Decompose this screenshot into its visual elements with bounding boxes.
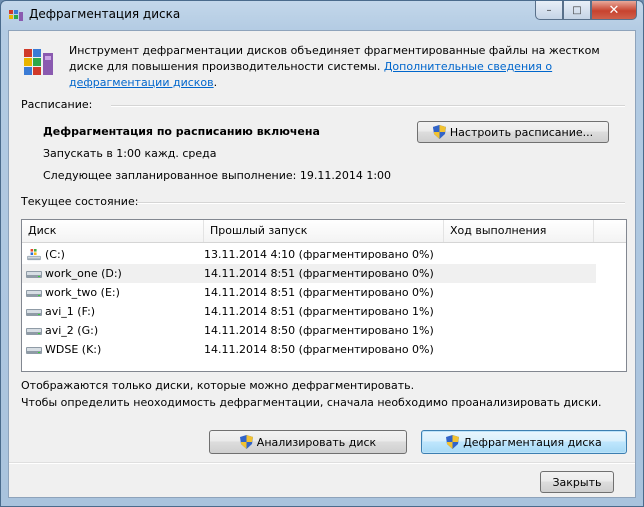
disk-last-run: 14.11.2014 8:50 (фрагментировано 0%) [204,343,434,356]
column-header-last-run[interactable]: Прошлый запуск [204,220,444,242]
column-header-disk[interactable]: Диск [22,220,204,242]
disk-name: avi_1 (F:) [45,305,96,318]
footer-divider [9,462,635,464]
intro-text: Инструмент дефрагментации дисков объедин… [69,43,629,91]
uac-shield-icon [239,435,253,449]
disk-last-run: 14.11.2014 8:51 (фрагментировано 0%) [204,286,434,299]
disk-last-run: 14.11.2014 8:51 (фрагментировано 1%) [204,305,434,318]
configure-schedule-label: Настроить расписание... [449,125,594,139]
disk-row[interactable]: avi_2 (G:) 14.11.2014 8:50 (фрагментиров… [22,321,626,340]
disk-row[interactable]: avi_1 (F:) 14.11.2014 8:51 (фрагментиров… [22,302,626,321]
schedule-section-label: Расписание: [21,98,93,111]
hard-drive-icon [26,346,42,354]
defrag-app-icon [9,10,23,21]
windows-drive-icon [27,248,41,260]
disk-last-run: 14.11.2014 8:51 (фрагментировано 0%) [204,267,434,280]
defrag-disk-label: Дефрагментация диска [463,435,602,449]
intro-suffix: . [213,76,218,89]
dialog-body: Инструмент дефрагментации дисков объедин… [8,30,636,498]
maximize-button[interactable]: □ [563,1,591,20]
close-window-button[interactable]: ✕ [591,1,637,20]
disk-row-selected[interactable]: work_one (D:) 14.11.2014 8:51 (фрагменти… [22,264,596,283]
window-title: Дефрагментация диска [29,7,181,21]
disk-list-header: Диск Прошлый запуск Ход выполнения [22,220,626,243]
configure-schedule-button[interactable]: Настроить расписание... [417,121,609,143]
analyze-disk-button[interactable]: Анализировать диск [209,430,407,454]
disk-row[interactable]: WDSE (K:) 14.11.2014 8:50 (фрагментирова… [22,340,626,359]
disk-name: (C:) [45,248,65,261]
note-analyze-first: Чтобы определить неоходимость дефрагмент… [21,396,602,409]
column-header-progress[interactable]: Ход выполнения [444,220,594,242]
minimize-button[interactable]: – [535,1,563,20]
disk-name: avi_2 (G:) [45,324,99,337]
title-bar[interactable]: Дефрагментация диска – □ ✕ [1,1,643,29]
disk-row[interactable]: (C:) 13.11.2014 4:10 (фрагментировано 0%… [22,245,626,264]
schedule-status: Дефрагментация по расписанию включена [43,125,320,138]
defrag-window: Дефрагментация диска – □ ✕ Инструмент де… [0,0,644,507]
hard-drive-icon [26,327,42,335]
hard-drive-icon [26,270,42,278]
uac-shield-icon [446,435,460,449]
schedule-run-at: Запускать в 1:00 кажд. среда [43,147,217,160]
caption-buttons: – □ ✕ [535,1,637,20]
current-status-section-label: Текущее состояние: [21,195,139,208]
analyze-disk-label: Анализировать диск [256,435,377,449]
hard-drive-icon [26,308,42,316]
disk-last-run: 13.11.2014 4:10 (фрагментировано 0%) [204,248,434,261]
disk-last-run: 14.11.2014 8:50 (фрагментировано 1%) [204,324,434,337]
schedule-divider [111,105,625,107]
hard-drive-icon [26,289,42,297]
disk-name: WDSE (K:) [45,343,102,356]
schedule-next-run: Следующее запланированное выполнение: 19… [43,169,392,182]
note-defraggable-only: Отображаются только диски, которые можно… [21,379,415,392]
disk-row[interactable]: work_two (E:) 14.11.2014 8:51 (фрагменти… [22,283,626,302]
current-status-divider [137,202,625,204]
disk-list[interactable]: Диск Прошлый запуск Ход выполнения (C:) … [21,219,627,372]
close-button[interactable]: Закрыть [540,471,614,493]
defrag-disk-button[interactable]: Дефрагментация диска [421,430,627,454]
disk-name: work_one (D:) [45,267,122,280]
disk-name: work_two (E:) [45,286,120,299]
defrag-large-icon [24,49,53,75]
uac-shield-icon [432,125,446,139]
